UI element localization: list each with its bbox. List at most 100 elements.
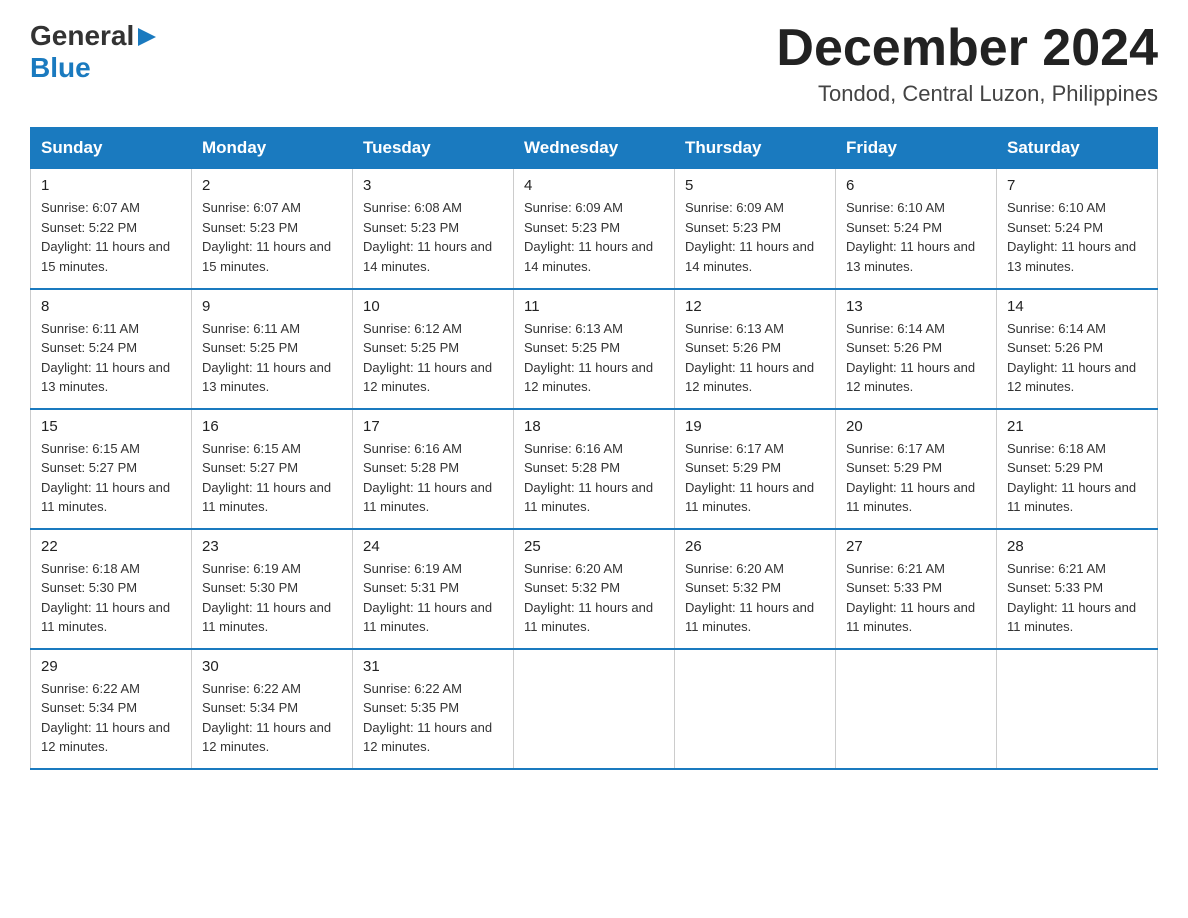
day-number: 22 — [41, 538, 181, 555]
calendar-cell: 22 Sunrise: 6:18 AMSunset: 5:30 PMDaylig… — [31, 529, 192, 649]
logo-blue-text: Blue — [30, 52, 91, 83]
day-number: 17 — [363, 418, 503, 435]
day-number: 14 — [1007, 298, 1147, 315]
day-number: 11 — [524, 298, 664, 315]
calendar-cell — [514, 649, 675, 769]
calendar-cell: 3 Sunrise: 6:08 AMSunset: 5:23 PMDayligh… — [353, 169, 514, 289]
day-number: 20 — [846, 418, 986, 435]
day-number: 12 — [685, 298, 825, 315]
day-number: 9 — [202, 298, 342, 315]
calendar-cell — [836, 649, 997, 769]
day-info: Sunrise: 6:22 AMSunset: 5:34 PMDaylight:… — [202, 679, 342, 757]
day-info: Sunrise: 6:22 AMSunset: 5:34 PMDaylight:… — [41, 679, 181, 757]
day-number: 26 — [685, 538, 825, 555]
header-friday: Friday — [836, 128, 997, 169]
header-wednesday: Wednesday — [514, 128, 675, 169]
day-info: Sunrise: 6:07 AMSunset: 5:22 PMDaylight:… — [41, 198, 181, 276]
header-saturday: Saturday — [997, 128, 1158, 169]
day-number: 5 — [685, 177, 825, 194]
calendar-cell: 9 Sunrise: 6:11 AMSunset: 5:25 PMDayligh… — [192, 289, 353, 409]
logo-triangle-icon — [136, 26, 158, 48]
day-number: 18 — [524, 418, 664, 435]
calendar-cell: 16 Sunrise: 6:15 AMSunset: 5:27 PMDaylig… — [192, 409, 353, 529]
calendar-cell: 26 Sunrise: 6:20 AMSunset: 5:32 PMDaylig… — [675, 529, 836, 649]
day-number: 29 — [41, 658, 181, 675]
week-row-5: 29 Sunrise: 6:22 AMSunset: 5:34 PMDaylig… — [31, 649, 1158, 769]
week-row-4: 22 Sunrise: 6:18 AMSunset: 5:30 PMDaylig… — [31, 529, 1158, 649]
day-number: 23 — [202, 538, 342, 555]
calendar-cell: 13 Sunrise: 6:14 AMSunset: 5:26 PMDaylig… — [836, 289, 997, 409]
calendar-cell: 29 Sunrise: 6:22 AMSunset: 5:34 PMDaylig… — [31, 649, 192, 769]
calendar-cell: 6 Sunrise: 6:10 AMSunset: 5:24 PMDayligh… — [836, 169, 997, 289]
day-info: Sunrise: 6:19 AMSunset: 5:30 PMDaylight:… — [202, 559, 342, 637]
day-info: Sunrise: 6:19 AMSunset: 5:31 PMDaylight:… — [363, 559, 503, 637]
location-title: Tondod, Central Luzon, Philippines — [776, 81, 1158, 107]
day-info: Sunrise: 6:16 AMSunset: 5:28 PMDaylight:… — [524, 439, 664, 517]
header-sunday: Sunday — [31, 128, 192, 169]
calendar-cell — [997, 649, 1158, 769]
day-number: 7 — [1007, 177, 1147, 194]
calendar-cell: 7 Sunrise: 6:10 AMSunset: 5:24 PMDayligh… — [997, 169, 1158, 289]
day-info: Sunrise: 6:16 AMSunset: 5:28 PMDaylight:… — [363, 439, 503, 517]
day-number: 10 — [363, 298, 503, 315]
header-monday: Monday — [192, 128, 353, 169]
day-info: Sunrise: 6:11 AMSunset: 5:24 PMDaylight:… — [41, 319, 181, 397]
week-row-1: 1 Sunrise: 6:07 AMSunset: 5:22 PMDayligh… — [31, 169, 1158, 289]
week-row-3: 15 Sunrise: 6:15 AMSunset: 5:27 PMDaylig… — [31, 409, 1158, 529]
calendar-cell: 20 Sunrise: 6:17 AMSunset: 5:29 PMDaylig… — [836, 409, 997, 529]
day-info: Sunrise: 6:17 AMSunset: 5:29 PMDaylight:… — [846, 439, 986, 517]
day-info: Sunrise: 6:13 AMSunset: 5:25 PMDaylight:… — [524, 319, 664, 397]
header-tuesday: Tuesday — [353, 128, 514, 169]
calendar-cell: 30 Sunrise: 6:22 AMSunset: 5:34 PMDaylig… — [192, 649, 353, 769]
calendar-cell: 28 Sunrise: 6:21 AMSunset: 5:33 PMDaylig… — [997, 529, 1158, 649]
weekday-header-row: SundayMondayTuesdayWednesdayThursdayFrid… — [31, 128, 1158, 169]
day-info: Sunrise: 6:17 AMSunset: 5:29 PMDaylight:… — [685, 439, 825, 517]
day-number: 3 — [363, 177, 503, 194]
day-number: 6 — [846, 177, 986, 194]
day-info: Sunrise: 6:15 AMSunset: 5:27 PMDaylight:… — [202, 439, 342, 517]
day-info: Sunrise: 6:10 AMSunset: 5:24 PMDaylight:… — [846, 198, 986, 276]
calendar-cell: 5 Sunrise: 6:09 AMSunset: 5:23 PMDayligh… — [675, 169, 836, 289]
day-info: Sunrise: 6:20 AMSunset: 5:32 PMDaylight:… — [524, 559, 664, 637]
day-number: 2 — [202, 177, 342, 194]
calendar-cell: 8 Sunrise: 6:11 AMSunset: 5:24 PMDayligh… — [31, 289, 192, 409]
day-number: 8 — [41, 298, 181, 315]
calendar-cell: 1 Sunrise: 6:07 AMSunset: 5:22 PMDayligh… — [31, 169, 192, 289]
calendar-cell: 25 Sunrise: 6:20 AMSunset: 5:32 PMDaylig… — [514, 529, 675, 649]
calendar-cell: 18 Sunrise: 6:16 AMSunset: 5:28 PMDaylig… — [514, 409, 675, 529]
day-number: 21 — [1007, 418, 1147, 435]
calendar-cell: 12 Sunrise: 6:13 AMSunset: 5:26 PMDaylig… — [675, 289, 836, 409]
calendar-cell: 19 Sunrise: 6:17 AMSunset: 5:29 PMDaylig… — [675, 409, 836, 529]
day-number: 28 — [1007, 538, 1147, 555]
day-info: Sunrise: 6:10 AMSunset: 5:24 PMDaylight:… — [1007, 198, 1147, 276]
calendar-cell: 15 Sunrise: 6:15 AMSunset: 5:27 PMDaylig… — [31, 409, 192, 529]
calendar-cell: 11 Sunrise: 6:13 AMSunset: 5:25 PMDaylig… — [514, 289, 675, 409]
day-number: 31 — [363, 658, 503, 675]
day-number: 1 — [41, 177, 181, 194]
calendar-cell: 27 Sunrise: 6:21 AMSunset: 5:33 PMDaylig… — [836, 529, 997, 649]
day-info: Sunrise: 6:14 AMSunset: 5:26 PMDaylight:… — [1007, 319, 1147, 397]
day-number: 16 — [202, 418, 342, 435]
page-header: General Blue December 2024 Tondod, Centr… — [30, 20, 1158, 107]
day-info: Sunrise: 6:12 AMSunset: 5:25 PMDaylight:… — [363, 319, 503, 397]
day-info: Sunrise: 6:11 AMSunset: 5:25 PMDaylight:… — [202, 319, 342, 397]
day-number: 4 — [524, 177, 664, 194]
title-area: December 2024 Tondod, Central Luzon, Phi… — [776, 20, 1158, 107]
calendar-cell: 17 Sunrise: 6:16 AMSunset: 5:28 PMDaylig… — [353, 409, 514, 529]
day-number: 27 — [846, 538, 986, 555]
header-thursday: Thursday — [675, 128, 836, 169]
logo: General Blue — [30, 20, 158, 84]
day-info: Sunrise: 6:09 AMSunset: 5:23 PMDaylight:… — [685, 198, 825, 276]
day-info: Sunrise: 6:22 AMSunset: 5:35 PMDaylight:… — [363, 679, 503, 757]
day-info: Sunrise: 6:20 AMSunset: 5:32 PMDaylight:… — [685, 559, 825, 637]
calendar-cell — [675, 649, 836, 769]
logo-general-text: General — [30, 20, 134, 52]
calendar-cell: 2 Sunrise: 6:07 AMSunset: 5:23 PMDayligh… — [192, 169, 353, 289]
calendar-cell: 24 Sunrise: 6:19 AMSunset: 5:31 PMDaylig… — [353, 529, 514, 649]
calendar-cell: 10 Sunrise: 6:12 AMSunset: 5:25 PMDaylig… — [353, 289, 514, 409]
day-number: 13 — [846, 298, 986, 315]
day-number: 15 — [41, 418, 181, 435]
day-info: Sunrise: 6:18 AMSunset: 5:29 PMDaylight:… — [1007, 439, 1147, 517]
month-title: December 2024 — [776, 20, 1158, 77]
day-info: Sunrise: 6:15 AMSunset: 5:27 PMDaylight:… — [41, 439, 181, 517]
